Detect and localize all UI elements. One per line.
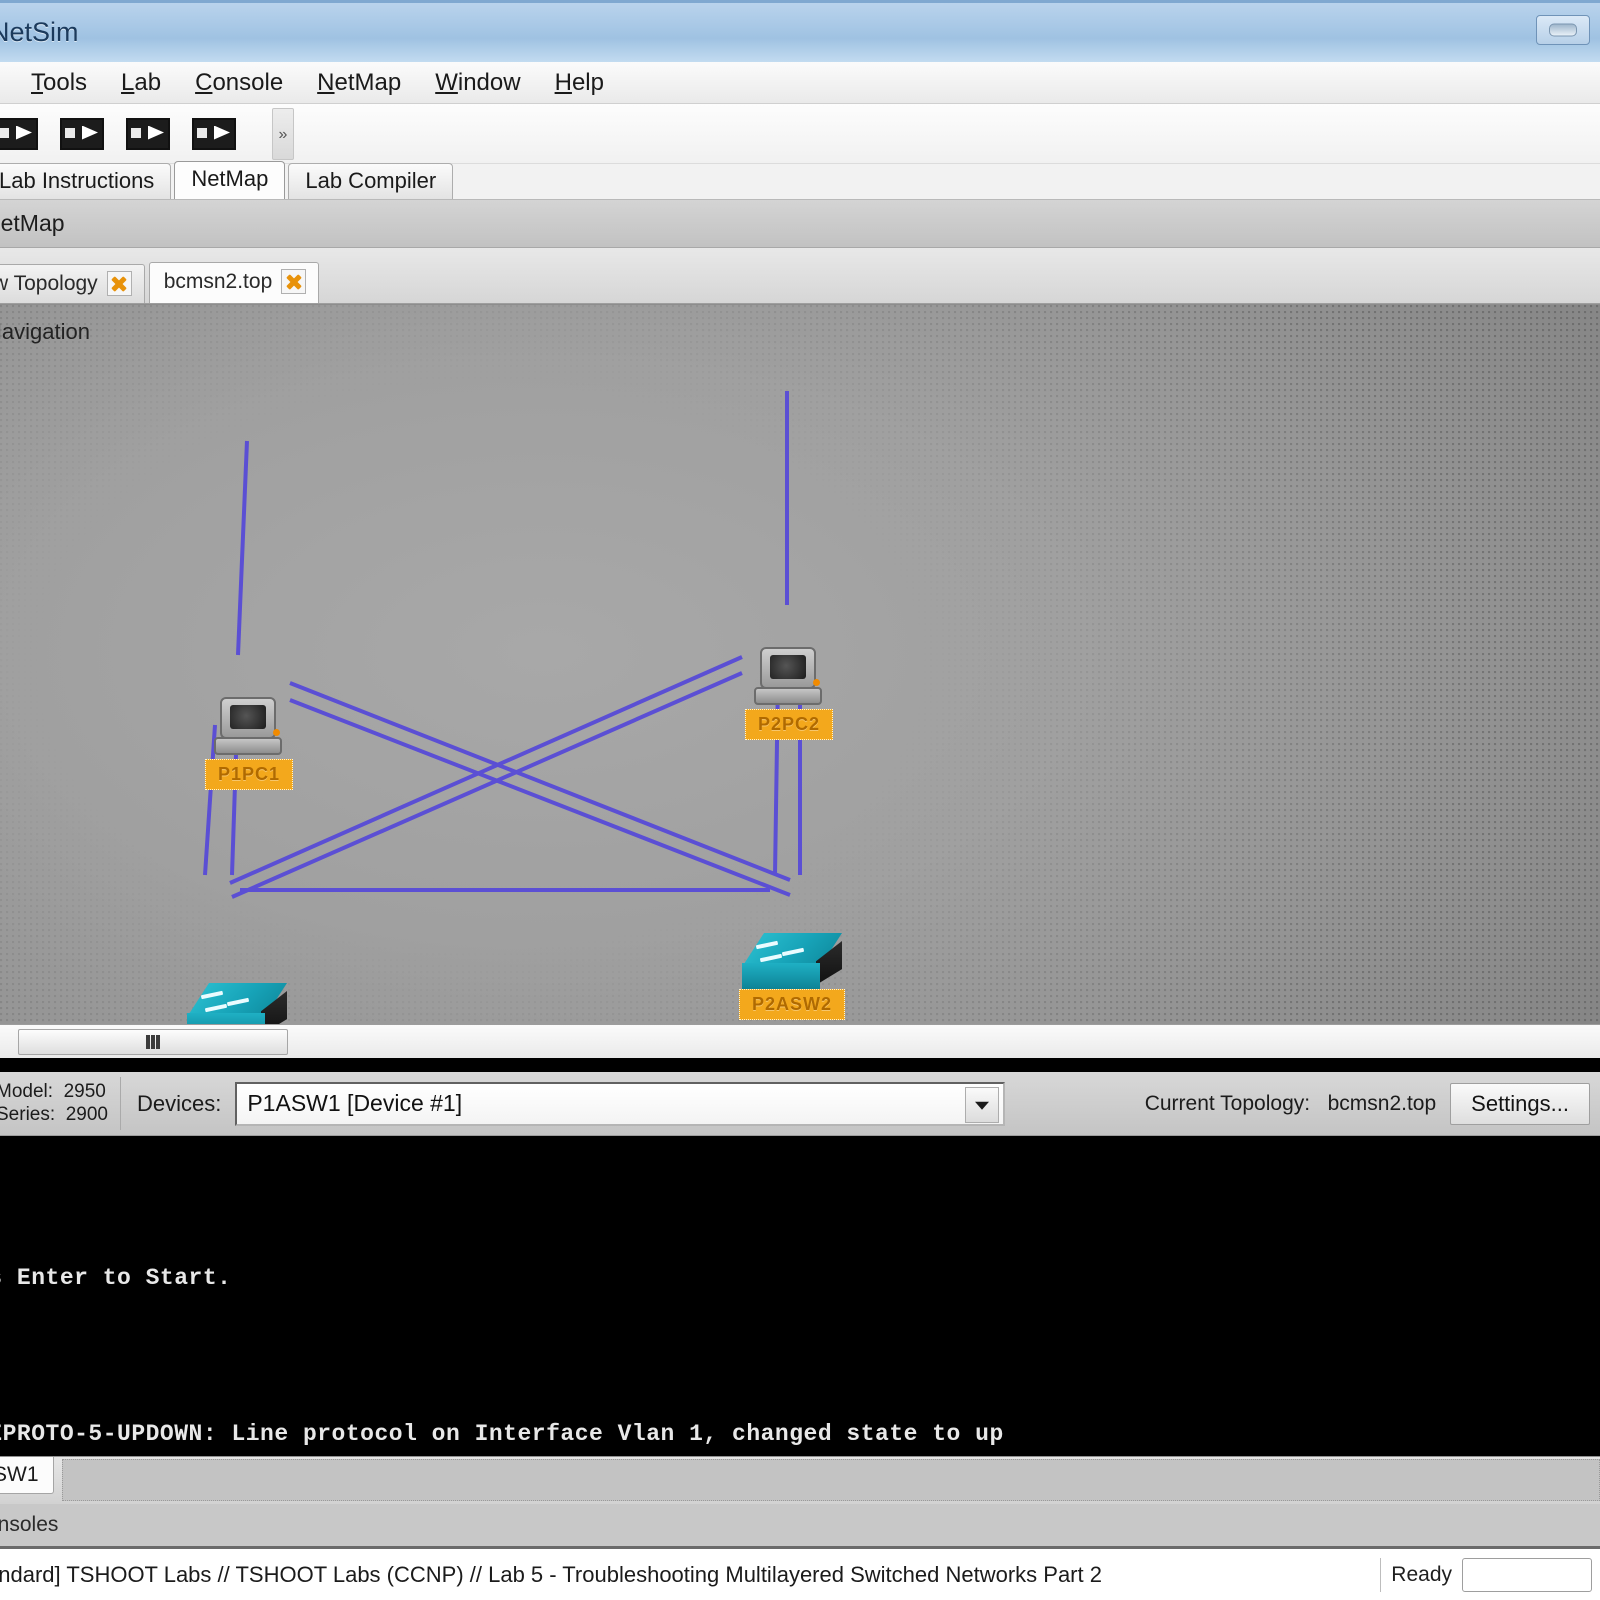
menu-item-window[interactable]: Window bbox=[418, 67, 537, 99]
scrollbar-thumb[interactable] bbox=[18, 1028, 288, 1055]
device-selection-bar: Model: 2950 Series: 2900 Devices: P1ASW1… bbox=[0, 1072, 1600, 1136]
status-ready-label: Ready bbox=[1391, 1562, 1452, 1586]
current-topology-info: Current Topology: bcmsn2.top bbox=[1145, 1092, 1436, 1116]
menu-item-tools[interactable]: TToolsools bbox=[14, 67, 104, 99]
netmap-panel-title: NetMap bbox=[0, 210, 65, 236]
console-device-1-icon[interactable] bbox=[0, 110, 48, 158]
menu-item-lab[interactable]: Lab bbox=[104, 67, 178, 99]
consoles-label-text: onsoles bbox=[0, 1513, 59, 1536]
device-select[interactable]: P1ASW1 [Device #1] bbox=[235, 1081, 1006, 1126]
topology-tab-label: bcmsn2.top bbox=[163, 269, 273, 293]
window-title: NetSim bbox=[0, 17, 79, 47]
device-model-info: Model: 2950 Series: 2900 bbox=[0, 1077, 121, 1130]
console-tab-sw1[interactable]: SW1 bbox=[0, 1457, 54, 1494]
menu-item-console[interactable]: Console bbox=[178, 67, 300, 99]
main-toolbar: » bbox=[0, 104, 1600, 164]
topology-node-p2asw2[interactable]: P2ASW2 bbox=[738, 933, 846, 1020]
status-bar: andard] TSHOOT Labs // TSHOOT Labs (CCNP… bbox=[0, 1546, 1600, 1600]
console-device-2-icon[interactable] bbox=[52, 110, 114, 158]
terminal-line: NEPROTO-5-UPDOWN: Line protocol on Inter… bbox=[0, 1421, 1004, 1447]
status-progress-bar bbox=[1462, 1557, 1592, 1592]
canvas-horizontal-scrollbar[interactable] bbox=[0, 1024, 1600, 1058]
series-value: 2900 bbox=[65, 1103, 108, 1125]
current-topology-label: Current Topology: bbox=[1144, 1091, 1311, 1115]
current-topology-value: bcmsn2.top bbox=[1327, 1091, 1437, 1115]
console-tab-filler bbox=[61, 1459, 1600, 1501]
topology-tab-strip: w Topology bcmsn2.top bbox=[0, 248, 1600, 304]
minimize-icon[interactable] bbox=[1536, 15, 1590, 45]
netsim-application-window: NetSim TToolsools Lab Console NetMap Win… bbox=[0, 0, 1600, 1600]
tab-netmap[interactable]: NetMap bbox=[174, 161, 286, 199]
console-tab-strip: SW1 bbox=[0, 1456, 1600, 1504]
toolbar-overflow-button[interactable]: » bbox=[272, 108, 294, 160]
series-label: Series: bbox=[0, 1103, 56, 1125]
panel-divider bbox=[0, 1058, 1600, 1072]
consoles-section-label: onsoles bbox=[0, 1504, 1600, 1546]
node-label: P2ASW2 bbox=[738, 989, 846, 1020]
pc-icon bbox=[212, 697, 286, 761]
console-device-4-icon[interactable] bbox=[184, 110, 246, 158]
topology-tab-new-topology[interactable]: w Topology bbox=[0, 264, 145, 303]
settings-button[interactable]: Settings... bbox=[1450, 1082, 1590, 1125]
netmap-panel-header: NetMap bbox=[0, 200, 1600, 248]
topology-node-p1pc1[interactable]: P1PC1 bbox=[204, 697, 294, 790]
console-terminal[interactable]: ss Enter to Start. NEPROTO-5-UPDOWN: Lin… bbox=[0, 1136, 1600, 1456]
tab-lab-compiler[interactable]: Lab Compiler bbox=[288, 163, 454, 199]
topology-node-p2pc2[interactable]: P2PC2 bbox=[744, 647, 834, 740]
primary-tab-strip: Lab Instructions NetMap Lab Compiler bbox=[0, 161, 1600, 200]
topology-tab-bcmsn2[interactable]: bcmsn2.top bbox=[148, 262, 320, 303]
console-device-3-icon[interactable] bbox=[118, 110, 180, 158]
pc-icon bbox=[752, 647, 826, 711]
menu-item-help[interactable]: Help bbox=[538, 67, 621, 99]
terminal-line: ss Enter to Start. bbox=[0, 1265, 232, 1291]
node-label: P2PC2 bbox=[744, 709, 834, 740]
tab-lab-instructions[interactable]: Lab Instructions bbox=[0, 163, 172, 199]
netmap-canvas-area[interactable]: Navigation bbox=[0, 304, 1600, 1058]
close-icon[interactable] bbox=[106, 271, 132, 296]
menu-item-netmap[interactable]: NetMap bbox=[300, 67, 418, 99]
status-breadcrumb: andard] TSHOOT Labs // TSHOOT Labs (CCNP… bbox=[0, 1561, 1102, 1587]
node-label: P1PC1 bbox=[204, 759, 294, 790]
navigation-label: Navigation bbox=[0, 319, 90, 344]
window-controls bbox=[1536, 15, 1590, 45]
switch-icon bbox=[742, 933, 842, 995]
status-right-group: Ready bbox=[1380, 1557, 1600, 1592]
menu-bar: TToolsools Lab Console NetMap Window Hel… bbox=[0, 62, 1600, 104]
close-icon[interactable] bbox=[281, 269, 307, 294]
device-select-value: P1ASW1 [Device #1] bbox=[247, 1090, 463, 1116]
topology-links bbox=[203, 391, 802, 899]
topology-tab-label: w Topology bbox=[0, 271, 98, 295]
model-value: 2950 bbox=[63, 1081, 106, 1103]
model-label: Model: bbox=[0, 1081, 54, 1103]
devices-label: Devices: bbox=[136, 1090, 222, 1116]
chevron-down-icon[interactable] bbox=[965, 1086, 1000, 1123]
status-divider bbox=[1380, 1557, 1382, 1592]
title-bar: NetSim bbox=[0, 0, 1600, 62]
